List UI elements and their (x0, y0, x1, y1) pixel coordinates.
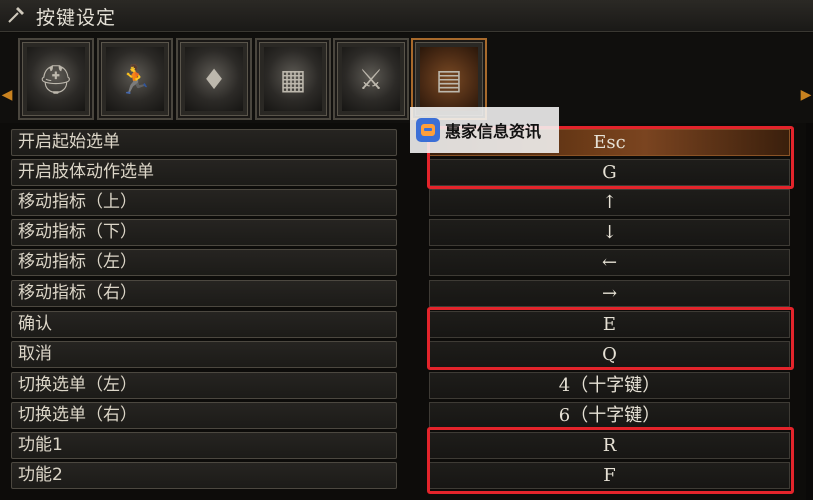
watermark-text: 惠家信息资讯 (445, 122, 542, 141)
tab-helmet[interactable]: ⛑ (18, 38, 94, 120)
glowing-figure-icon: ♦ (185, 47, 243, 111)
binding-action-label[interactable]: 开启起始选单 (11, 129, 397, 156)
binding-key-cell[interactable]: → (429, 280, 790, 307)
robot-logo-icon (416, 118, 440, 142)
binding-action-label[interactable]: 切换选单（左） (11, 372, 397, 399)
highlight-box-function-keys (427, 427, 794, 494)
title-bar: 按键设定 (0, 0, 813, 32)
panels-icon: ▦ (264, 47, 322, 111)
binding-key-cell[interactable]: ↓ (429, 219, 790, 246)
binding-action-label[interactable]: 取消 (11, 341, 397, 368)
binding-action-label[interactable]: 移动指标（下） (11, 219, 397, 246)
running-figure-icon: 🏃 (106, 47, 164, 111)
binding-action-label[interactable]: 移动指标（右） (11, 280, 397, 307)
watermark: 惠家信息资讯 (410, 107, 559, 153)
binding-action-label[interactable]: 确认 (11, 311, 397, 338)
binding-key-cell[interactable]: ← (429, 249, 790, 276)
binding-action-label[interactable]: 功能1 (11, 432, 397, 459)
tab-right-arrow-icon[interactable]: ▶ (799, 83, 813, 107)
binding-key-cell[interactable]: ↑ (429, 189, 790, 216)
helmet-icon: ⛑ (27, 47, 85, 111)
binding-action-label[interactable]: 切换选单（右） (11, 402, 397, 429)
highlight-box-confirm-cancel (427, 307, 794, 370)
binding-action-label[interactable]: 移动指标（左） (11, 249, 397, 276)
tab-running-figure[interactable]: 🏃 (97, 38, 173, 120)
tab-panels[interactable]: ▦ (255, 38, 331, 120)
binding-key-cell[interactable]: 4（十字键） (429, 372, 790, 399)
tab-knight[interactable]: ⚔ (333, 38, 409, 120)
hammer-icon (6, 5, 26, 25)
binding-key-cell[interactable]: 6（十字键） (429, 402, 790, 429)
page-title: 按键设定 (36, 7, 117, 29)
scroll-track (806, 123, 813, 500)
tab-glowing-figure[interactable]: ♦ (176, 38, 252, 120)
binding-action-label[interactable]: 移动指标（上） (11, 189, 397, 216)
controller-settings-icon: ▤ (420, 47, 478, 111)
knight-icon: ⚔ (342, 47, 400, 111)
binding-action-label[interactable]: 开启肢体动作选单 (11, 159, 397, 186)
binding-action-label[interactable]: 功能2 (11, 462, 397, 489)
tab-left-arrow-icon[interactable]: ◀ (0, 83, 14, 107)
